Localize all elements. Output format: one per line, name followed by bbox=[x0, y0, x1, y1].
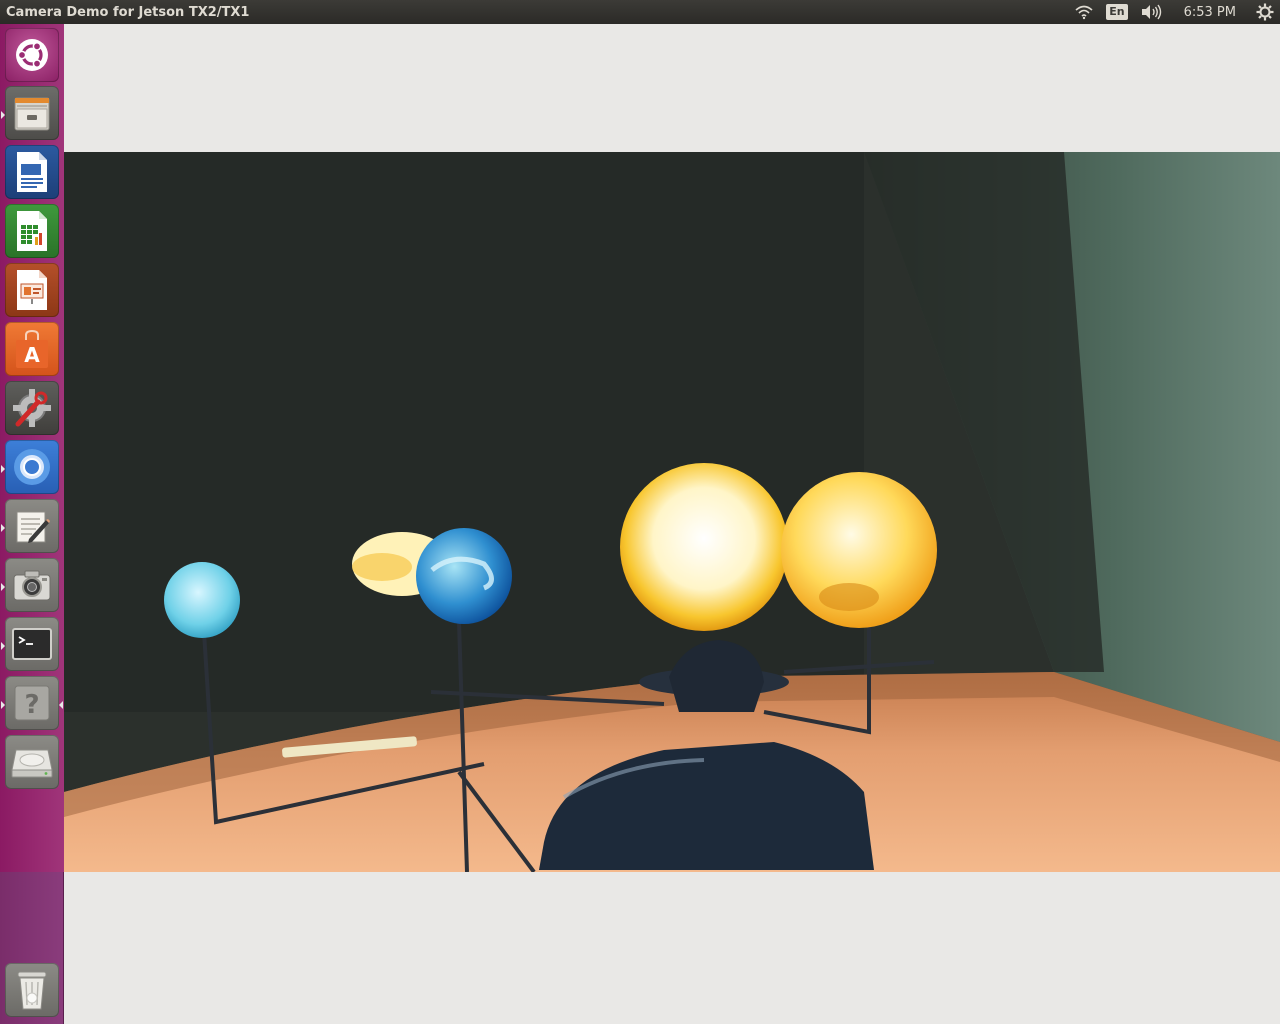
launcher-help[interactable]: ? bbox=[5, 676, 59, 730]
launcher-drive[interactable] bbox=[5, 735, 59, 789]
svg-text:?: ? bbox=[24, 690, 39, 720]
launcher-text-editor[interactable] bbox=[5, 499, 59, 553]
shopping-bag-icon: A bbox=[16, 329, 48, 368]
ubuntu-logo-icon bbox=[16, 39, 48, 71]
top-panel: Camera Demo for Jetson TX2/TX1 En 6:53 P… bbox=[0, 0, 1280, 24]
launcher-libreoffice-writer[interactable] bbox=[5, 145, 59, 199]
calc-spreadsheet-icon bbox=[17, 211, 47, 251]
wifi-icon bbox=[1075, 5, 1093, 20]
launcher-dash-button[interactable] bbox=[5, 28, 59, 82]
help-question-icon: ? bbox=[14, 685, 50, 721]
session-indicator[interactable] bbox=[1250, 0, 1280, 24]
launcher-software-center[interactable]: A bbox=[5, 322, 59, 376]
keyboard-layout-icon: En bbox=[1106, 4, 1128, 20]
volume-icon bbox=[1141, 4, 1161, 20]
terminal-icon bbox=[12, 628, 52, 660]
launcher-libreoffice-calc[interactable] bbox=[5, 204, 59, 258]
launcher-system-settings[interactable] bbox=[5, 381, 59, 435]
launcher-terminal[interactable] bbox=[5, 617, 59, 671]
wrench-gear-icon bbox=[13, 389, 51, 427]
trash-icon bbox=[17, 971, 47, 1010]
camera-preview bbox=[64, 152, 1280, 872]
launcher: A ? bbox=[0, 24, 64, 1024]
session-gear-icon bbox=[1256, 3, 1274, 21]
launcher-camera-demo[interactable] bbox=[5, 558, 59, 612]
launcher-chromium[interactable] bbox=[5, 440, 59, 494]
active-indicator bbox=[59, 701, 63, 709]
wifi-indicator[interactable] bbox=[1068, 0, 1100, 24]
svg-text:A: A bbox=[24, 343, 40, 367]
indicator-area: En 6:53 PM bbox=[1068, 0, 1280, 24]
launcher-libreoffice-impress[interactable] bbox=[5, 263, 59, 317]
chromium-icon bbox=[14, 449, 50, 485]
hard-drive-icon bbox=[11, 749, 53, 778]
clock-indicator[interactable]: 6:53 PM bbox=[1168, 0, 1250, 24]
launcher-files[interactable] bbox=[5, 86, 59, 140]
impress-presentation-icon bbox=[17, 270, 47, 310]
file-cabinet-icon bbox=[14, 97, 50, 131]
camera-feed-image bbox=[64, 152, 1280, 872]
camera-icon bbox=[13, 570, 51, 601]
window-title: Camera Demo for Jetson TX2/TX1 bbox=[6, 4, 250, 20]
keyboard-layout-indicator[interactable]: En bbox=[1100, 0, 1133, 24]
volume-indicator[interactable] bbox=[1134, 0, 1168, 24]
writer-document-icon bbox=[17, 152, 47, 192]
clock: 6:53 PM bbox=[1183, 4, 1236, 20]
launcher-trash[interactable] bbox=[5, 963, 59, 1017]
notepad-pencil-icon bbox=[16, 511, 50, 543]
